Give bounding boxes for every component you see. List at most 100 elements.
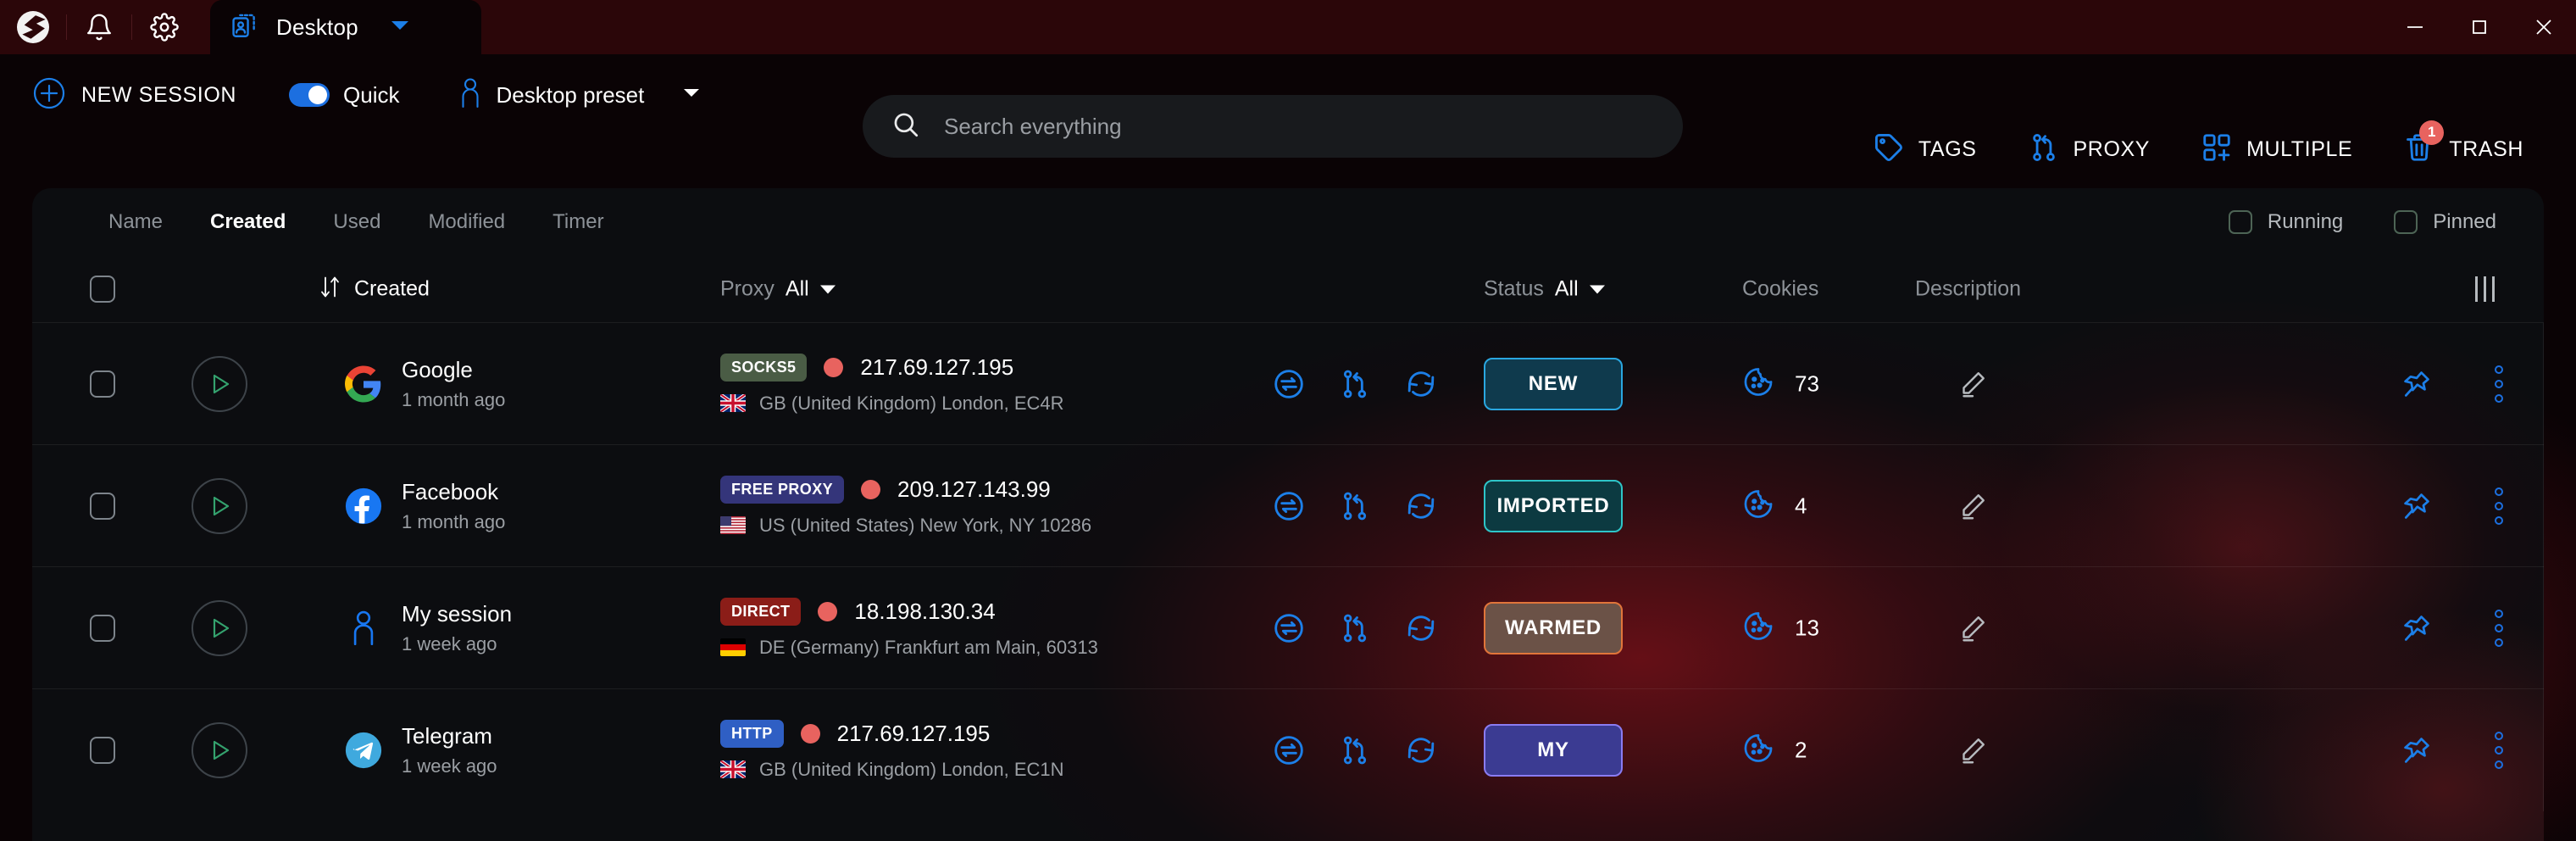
pencil-icon[interactable] bbox=[1957, 491, 1988, 521]
chevron-down-icon[interactable] bbox=[819, 285, 836, 293]
bell-icon[interactable] bbox=[67, 0, 131, 54]
table-row[interactable]: Google 1 month ago SOCKS5 217.69.127.195 bbox=[32, 322, 2544, 445]
preset-selector[interactable]: Desktop preset bbox=[458, 54, 701, 136]
row-actions bbox=[1272, 611, 1438, 645]
session-name: Telegram bbox=[402, 722, 492, 749]
chevron-down-icon[interactable] bbox=[391, 19, 409, 36]
pencil-icon[interactable] bbox=[1957, 613, 1988, 643]
new-session-button[interactable]: NEW SESSION bbox=[32, 54, 236, 136]
trash-button[interactable]: 1 TRASH bbox=[2378, 109, 2549, 190]
status-badge[interactable]: MY bbox=[1484, 723, 1623, 777]
proxy-type-badge: HTTP bbox=[720, 719, 784, 748]
pencil-icon[interactable] bbox=[1957, 369, 1988, 399]
cookie-icon bbox=[1742, 732, 1774, 768]
minimize-icon[interactable] bbox=[2383, 0, 2447, 54]
play-icon[interactable] bbox=[192, 599, 247, 656]
branch-icon[interactable] bbox=[1338, 611, 1372, 645]
play-icon[interactable] bbox=[192, 721, 247, 778]
row-checkbox[interactable] bbox=[90, 614, 115, 642]
quick-switch[interactable] bbox=[289, 83, 330, 107]
proxy-button[interactable]: PROXY bbox=[2002, 109, 2176, 190]
sort-tab-name[interactable]: Name bbox=[85, 210, 186, 234]
multiple-grid-icon bbox=[2201, 131, 2233, 168]
cookies-cell[interactable]: 73 bbox=[1742, 365, 1819, 402]
branch-icon[interactable] bbox=[1338, 489, 1372, 523]
multiple-button[interactable]: MULTIPLE bbox=[2175, 109, 2378, 190]
table-row[interactable]: Telegram 1 week ago HTTP 217.69.127.195 bbox=[32, 688, 2544, 811]
cookies-cell[interactable]: 2 bbox=[1742, 732, 1807, 768]
column-proxy-value: All bbox=[785, 276, 809, 301]
session-info[interactable]: My session 1 week ago bbox=[344, 601, 512, 655]
branch-icon[interactable] bbox=[1338, 367, 1372, 401]
sort-tab-modified[interactable]: Modified bbox=[404, 210, 529, 234]
table-row[interactable]: Facebook 1 month ago FREE PROXY 209.127.… bbox=[32, 444, 2544, 567]
chevron-down-icon[interactable] bbox=[683, 87, 700, 103]
column-status-filter[interactable]: Status All bbox=[1484, 277, 1605, 302]
transfer-circle-icon[interactable] bbox=[1272, 489, 1306, 523]
filter-running[interactable]: Running bbox=[2228, 210, 2343, 234]
pin-icon[interactable] bbox=[2401, 612, 2433, 644]
proxy-info: SOCKS5 217.69.127.195 GB (United Kingdom… bbox=[720, 353, 1064, 415]
divider bbox=[66, 14, 67, 40]
play-icon[interactable] bbox=[192, 477, 247, 534]
branch-icon[interactable] bbox=[1338, 733, 1372, 767]
transfer-circle-icon[interactable] bbox=[1272, 733, 1306, 767]
pin-icon[interactable] bbox=[2401, 734, 2433, 766]
de-flag bbox=[720, 638, 746, 656]
table-row[interactable]: My session 1 week ago DIRECT 18.198.130.… bbox=[32, 566, 2544, 689]
more-vertical-icon[interactable] bbox=[2495, 609, 2503, 647]
running-checkbox[interactable] bbox=[2228, 210, 2252, 234]
transfer-circle-icon[interactable] bbox=[1272, 611, 1306, 645]
chevron-down-icon[interactable] bbox=[1589, 285, 1605, 293]
refresh-icon[interactable] bbox=[1404, 733, 1438, 767]
proxy-info: DIRECT 18.198.130.34 DE (Germany) Frankf… bbox=[720, 597, 1098, 659]
play-icon[interactable] bbox=[192, 355, 247, 412]
pin-icon[interactable] bbox=[2401, 368, 2433, 400]
trash-label: TRASH bbox=[2449, 136, 2523, 161]
pencil-icon[interactable] bbox=[1957, 735, 1988, 766]
close-icon[interactable] bbox=[2512, 0, 2576, 54]
tab-desktop[interactable]: Desktop bbox=[210, 0, 481, 54]
trash-badge: 1 bbox=[2419, 120, 2445, 145]
sort-tab-used[interactable]: Used bbox=[309, 210, 404, 234]
pinned-checkbox[interactable] bbox=[2394, 210, 2418, 234]
facebook-icon bbox=[344, 487, 383, 526]
more-vertical-icon[interactable] bbox=[2495, 487, 2503, 525]
row-checkbox[interactable] bbox=[90, 492, 115, 520]
refresh-icon[interactable] bbox=[1404, 367, 1438, 401]
maximize-icon[interactable] bbox=[2447, 0, 2512, 54]
transfer-circle-icon[interactable] bbox=[1272, 367, 1306, 401]
session-info[interactable]: Facebook 1 month ago bbox=[344, 479, 505, 533]
filter-pinned[interactable]: Pinned bbox=[2394, 210, 2496, 234]
session-info[interactable]: Telegram 1 week ago bbox=[344, 723, 497, 777]
cookie-icon bbox=[1742, 610, 1774, 646]
more-vertical-icon[interactable] bbox=[2495, 365, 2503, 403]
more-vertical-icon[interactable] bbox=[2495, 731, 2503, 769]
quick-toggle[interactable]: Quick bbox=[289, 54, 400, 136]
gear-icon[interactable] bbox=[132, 0, 197, 54]
row-checkbox[interactable] bbox=[90, 736, 115, 764]
refresh-icon[interactable] bbox=[1404, 611, 1438, 645]
row-checkbox[interactable] bbox=[90, 370, 115, 398]
status-badge[interactable]: IMPORTED bbox=[1484, 479, 1623, 532]
proxy-type-badge: SOCKS5 bbox=[720, 353, 808, 382]
sort-tab-created[interactable]: Created bbox=[186, 210, 309, 234]
status-badge[interactable]: WARMED bbox=[1484, 601, 1623, 654]
tags-button[interactable]: TAGS bbox=[1847, 109, 2002, 190]
status-badge[interactable]: NEW bbox=[1484, 357, 1623, 410]
session-info[interactable]: Google 1 month ago bbox=[344, 357, 505, 411]
column-settings-icon[interactable] bbox=[2475, 276, 2495, 302]
cookies-cell[interactable]: 13 bbox=[1742, 610, 1819, 646]
proxy-status-dot bbox=[818, 601, 838, 621]
column-created[interactable]: Created bbox=[319, 275, 430, 304]
column-proxy-filter[interactable]: Proxy All bbox=[720, 277, 836, 302]
sort-tab-timer[interactable]: Timer bbox=[529, 210, 627, 234]
select-all-checkbox[interactable] bbox=[90, 276, 115, 303]
cookie-icon bbox=[1742, 365, 1774, 402]
refresh-icon[interactable] bbox=[1404, 489, 1438, 523]
person-icon bbox=[458, 77, 483, 114]
column-description-label: Description bbox=[1915, 276, 2022, 301]
pin-icon[interactable] bbox=[2401, 490, 2433, 522]
cookies-cell[interactable]: 4 bbox=[1742, 487, 1807, 524]
proxy-location: DE (Germany) Frankfurt am Main, 60313 bbox=[759, 636, 1098, 658]
